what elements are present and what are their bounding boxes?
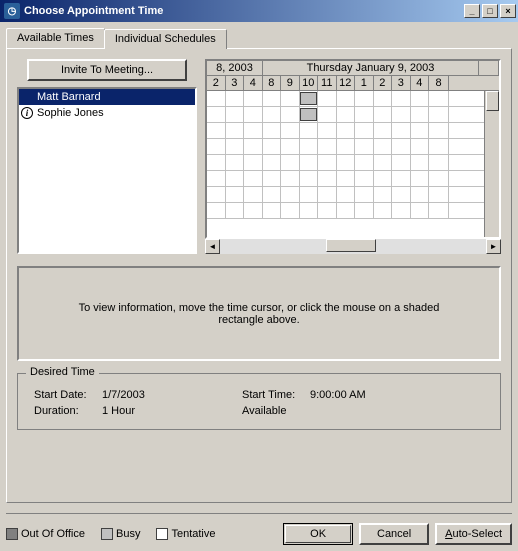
hour-cell: 11	[318, 76, 337, 90]
hour-cell: 8	[263, 76, 282, 90]
tab-panel: Invite To Meeting... Matt Barnard i Soph…	[6, 48, 512, 503]
auto-select-button[interactable]: Auto-Select	[435, 523, 512, 545]
hour-cell: 8	[429, 76, 449, 90]
invite-to-meeting-button[interactable]: Invite To Meeting...	[27, 59, 187, 81]
vertical-scrollbar[interactable]	[484, 91, 499, 237]
hour-cell: 2	[207, 76, 226, 90]
out-of-office-label: Out Of Office	[21, 528, 85, 540]
app-icon: ◷	[4, 3, 20, 19]
legend-tentative: Tentative	[156, 528, 215, 540]
hour-cell: 4	[411, 76, 430, 90]
maximize-button[interactable]: □	[482, 4, 498, 18]
legend-out-of-office: Out Of Office	[6, 528, 85, 540]
legend-busy: Busy	[101, 528, 140, 540]
tab-individual-schedules[interactable]: Individual Schedules	[104, 29, 227, 49]
start-time-label: Start Time:	[242, 387, 310, 403]
hour-cell: 2	[374, 76, 393, 90]
tab-available-times[interactable]: Available Times	[6, 28, 105, 48]
scroll-left-button[interactable]: ◄	[205, 239, 220, 254]
info-panel: To view information, move the time curso…	[17, 266, 501, 361]
list-item[interactable]: Matt Barnard	[19, 89, 195, 105]
cancel-label: Cancel	[377, 528, 411, 540]
busy-swatch	[101, 528, 113, 540]
scroll-thumb[interactable]	[326, 239, 376, 252]
duration-label: Duration:	[34, 403, 102, 419]
scroll-track[interactable]	[220, 239, 486, 254]
list-item[interactable]: i Sophie Jones	[19, 105, 195, 121]
start-date-label: Start Date:	[34, 387, 102, 403]
hour-cell: 12	[337, 76, 356, 90]
duration-value: 1 Hour	[102, 403, 242, 419]
hour-cell: 10	[300, 76, 319, 90]
day-header-main: Thursday January 9, 2003	[263, 61, 479, 75]
minimize-button[interactable]: _	[464, 4, 480, 18]
hour-cell: 3	[226, 76, 245, 90]
title-bar: ◷ Choose Appointment Time _ □ ×	[0, 0, 518, 22]
busy-label: Busy	[116, 528, 140, 540]
tentative-swatch	[156, 528, 168, 540]
invite-label: Invite To Meeting...	[61, 64, 153, 76]
hour-cell: 3	[392, 76, 411, 90]
start-date-value: 1/7/2003	[102, 387, 242, 403]
hour-cell: 1	[355, 76, 374, 90]
attendee-name: Matt Barnard	[37, 91, 101, 103]
auto-select-label: Auto-Select	[445, 528, 502, 540]
day-header-prev: 8, 2003	[207, 61, 263, 75]
busy-block[interactable]	[300, 92, 317, 105]
desired-time-legend: Desired Time	[26, 366, 99, 378]
hour-cell: 9	[281, 76, 300, 90]
day-header-next	[479, 61, 499, 75]
info-icon: i	[21, 107, 33, 119]
desired-time-group: Desired Time Start Date: 1/7/2003 Start …	[17, 373, 501, 430]
scroll-thumb[interactable]	[486, 91, 499, 111]
schedule-grid[interactable]: 8, 2003 Thursday January 9, 2003 2 3 4 8…	[205, 59, 501, 239]
tab-bar: Available Times Individual Schedules	[6, 28, 512, 48]
schedule-hour-header: 2 3 4 8 9 10 11 12 1 2 3 4 8	[207, 76, 499, 91]
cancel-button[interactable]: Cancel	[359, 523, 429, 545]
info-text: To view information, move the time curso…	[59, 302, 459, 326]
bottom-bar: Out Of Office Busy Tentative OK Cancel A…	[6, 513, 512, 545]
ok-label: OK	[285, 525, 351, 543]
horizontal-scrollbar[interactable]: ◄ ►	[205, 239, 501, 254]
window-title: Choose Appointment Time	[24, 5, 462, 17]
busy-block[interactable]	[300, 108, 317, 121]
window-controls: _ □ ×	[462, 4, 516, 18]
ok-button[interactable]: OK	[283, 523, 353, 545]
start-time-value: 9:00:00 AM	[310, 387, 366, 403]
attendee-name: Sophie Jones	[37, 107, 104, 119]
schedule-grid-body[interactable]	[207, 91, 484, 237]
schedule-day-header: 8, 2003 Thursday January 9, 2003	[207, 61, 499, 76]
scroll-right-button[interactable]: ►	[486, 239, 501, 254]
attendee-listbox[interactable]: Matt Barnard i Sophie Jones	[17, 87, 197, 254]
out-of-office-swatch	[6, 528, 18, 540]
availability-value: Available	[242, 403, 310, 419]
close-button[interactable]: ×	[500, 4, 516, 18]
tentative-label: Tentative	[171, 528, 215, 540]
hour-cell: 4	[244, 76, 263, 90]
